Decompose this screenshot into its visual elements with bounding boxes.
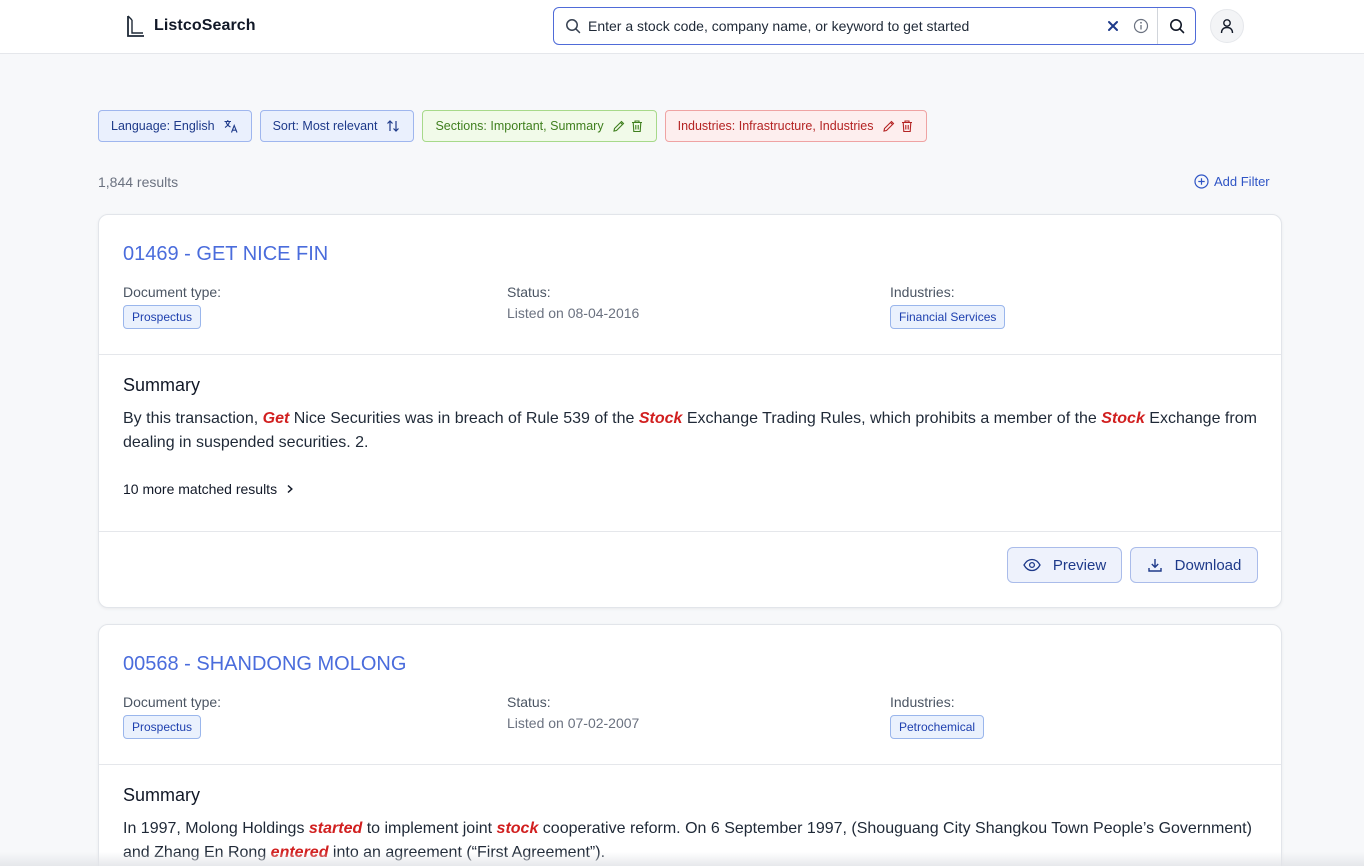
edit-icon[interactable] (882, 119, 896, 133)
user-menu-button[interactable] (1210, 9, 1244, 43)
filter-label: Industries: Infrastructure, Industries (677, 119, 874, 133)
download-label: Download (1174, 556, 1242, 574)
status-value: Listed on 08-04-2016 (507, 305, 640, 321)
industry-tag: Petrochemical (890, 715, 985, 739)
summary-text: By this transaction, Get Nice Securities… (123, 407, 1263, 455)
divider (99, 764, 1281, 765)
user-icon (1220, 19, 1234, 34)
highlighted-keyword: stock (496, 820, 539, 837)
summary-segment: to implement joint (362, 820, 497, 837)
result-card: 00568 - SHANDONG MOLONG Document type: P… (98, 624, 1282, 866)
industries-field: Industries: Petrochemical (890, 694, 985, 739)
info-icon[interactable] (1125, 18, 1157, 34)
filter-language[interactable]: Language: English (98, 110, 252, 142)
add-filter-button[interactable]: Add Filter (1194, 174, 1270, 189)
document-type-tag: Prospectus (123, 305, 202, 329)
summary-segment: By this transaction, (123, 410, 263, 427)
download-icon (1147, 559, 1162, 572)
more-results-link[interactable]: 10 more matched results (123, 481, 295, 497)
logo-icon (127, 15, 144, 37)
highlighted-keyword: Stock (1101, 410, 1145, 427)
scroll-fade (0, 852, 1364, 866)
translate-icon (224, 120, 238, 133)
summary-heading: Summary (123, 785, 201, 805)
filter-sections[interactable]: Sections: Important, Summary (422, 110, 657, 142)
divider (99, 531, 1281, 532)
download-button[interactable]: Download (1130, 547, 1258, 583)
document-type-field: Document type: Prospectus (123, 694, 221, 739)
search-input[interactable] (586, 18, 1101, 34)
highlighted-keyword: Stock (638, 410, 683, 427)
industries-field: Industries: Financial Services (890, 284, 1006, 329)
chevron-right-icon (287, 484, 293, 494)
sort-arrows-icon (387, 120, 400, 132)
result-title-link[interactable]: 00568 - SHANDONG MOLONG (123, 653, 406, 676)
document-type-field: Document type: Prospectus (123, 284, 221, 329)
preview-button[interactable]: Preview (1007, 547, 1122, 583)
trash-icon[interactable] (900, 119, 914, 133)
summary-segment: Nice Securities was in breach of Rule 53… (289, 410, 639, 427)
status-value: Listed on 07-02-2007 (507, 715, 640, 731)
industry-tag: Financial Services (890, 305, 1006, 329)
highlighted-keyword: Get (262, 410, 290, 427)
result-card: 01469 - GET NICE FIN Document type: Pros… (98, 214, 1282, 608)
more-results-label: 10 more matched results (123, 481, 278, 497)
filter-label: Sort: Most relevant (272, 119, 378, 133)
summary-heading: Summary (123, 375, 201, 395)
preview-label: Preview (1052, 556, 1107, 574)
filter-label: Sections: Important, Summary (435, 119, 604, 133)
filter-bar: Language: English Sort: Most relevant Se… (98, 110, 927, 142)
results-count: 1,844 results (98, 174, 179, 190)
document-type-label: Document type: (123, 694, 222, 710)
filter-label: Language: English (111, 119, 215, 133)
result-title-link[interactable]: 01469 - GET NICE FIN (123, 243, 328, 266)
industries-label: Industries: (890, 694, 955, 710)
divider (99, 354, 1281, 355)
summary-segment: Exchange Trading Rules, which prohibits … (682, 410, 1102, 427)
status-field: Status: Listed on 07-02-2007 (507, 694, 639, 731)
trash-icon[interactable] (630, 119, 644, 133)
search-submit-button[interactable] (1157, 8, 1195, 44)
plus-circle-icon (1194, 174, 1209, 189)
filter-industries[interactable]: Industries: Infrastructure, Industries (664, 110, 927, 142)
app-logo[interactable]: ListcoSearch (126, 14, 256, 38)
filter-sort[interactable]: Sort: Most relevant (259, 110, 415, 142)
industries-label: Industries: (890, 284, 955, 300)
document-type-tag: Prospectus (123, 715, 202, 739)
status-label: Status: (507, 284, 551, 300)
app-name: ListcoSearch (154, 17, 256, 34)
add-filter-label: Add Filter (1214, 174, 1270, 189)
highlighted-keyword: started (308, 820, 363, 837)
top-header: ListcoSearch (0, 0, 1364, 54)
edit-icon[interactable] (612, 119, 626, 133)
search-icon (1169, 19, 1184, 34)
status-field: Status: Listed on 08-04-2016 (507, 284, 639, 321)
eye-icon (1023, 558, 1041, 572)
status-label: Status: (507, 694, 551, 710)
close-icon[interactable] (1101, 20, 1125, 32)
search-bar (553, 7, 1196, 45)
search-icon (554, 18, 586, 34)
document-type-label: Document type: (123, 284, 222, 300)
summary-segment: In 1997, Molong Holdings (123, 820, 309, 837)
